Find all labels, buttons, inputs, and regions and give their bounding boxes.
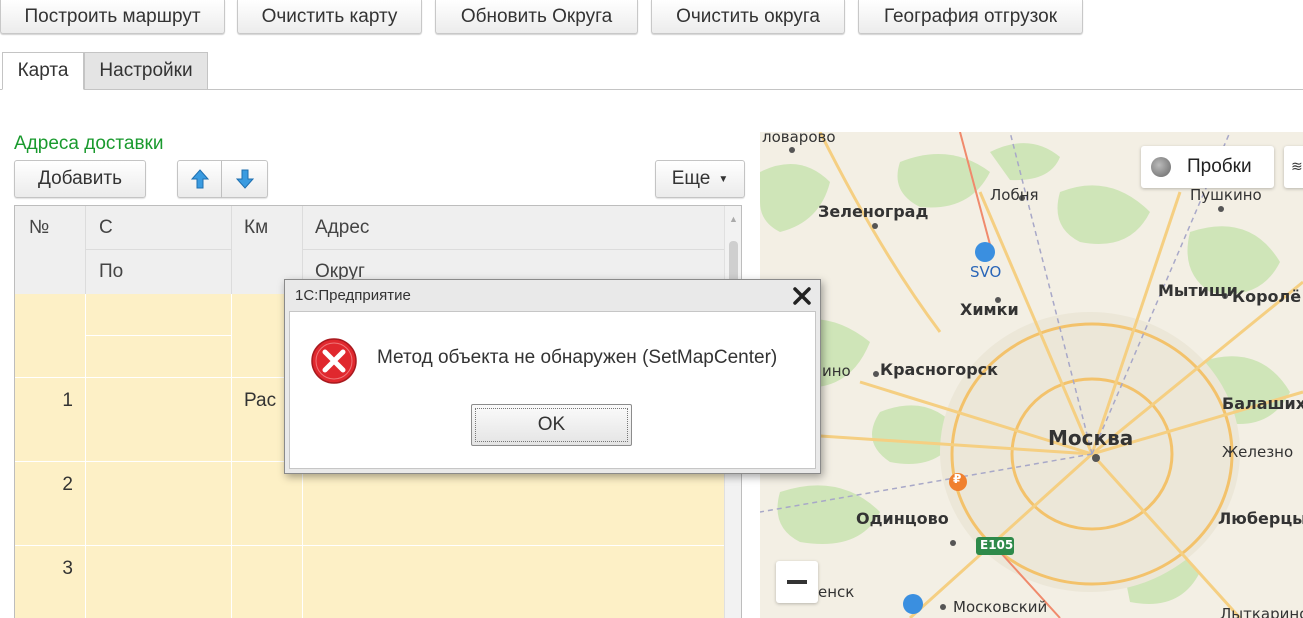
shipment-geography-button[interactable]: География отгрузок: [858, 0, 1083, 34]
scroll-up-icon[interactable]: ▲: [729, 214, 738, 224]
map-place-label: Королё: [1232, 287, 1302, 306]
tab-settings[interactable]: Настройки: [84, 52, 208, 90]
minus-icon: [787, 580, 807, 584]
section-title: Адреса доставки: [14, 133, 164, 154]
map-place-label: Балаших: [1222, 394, 1303, 413]
map-view[interactable]: ловарово Зеленоград Лобня Пушкино SVO Хи…: [760, 132, 1303, 618]
map-place-label: енск: [818, 583, 855, 601]
error-icon: [310, 337, 358, 391]
dialog-body: Метод объекта не обнаружен (SetMapCenter…: [289, 311, 816, 469]
chevron-down-icon: ▼: [718, 173, 729, 185]
traffic-label: Пробки: [1187, 156, 1252, 177]
map-place-label: SVO: [970, 263, 1002, 281]
map-place-label: Лыткарино: [1220, 605, 1303, 618]
error-dialog: 1С:Предприятие Метод объекта не обнаруже…: [284, 279, 821, 474]
layers-icon: ≋: [1291, 158, 1303, 174]
clear-map-button[interactable]: Очистить карту: [237, 0, 422, 34]
table-row[interactable]: 2: [15, 462, 724, 545]
map-place-label: Красногорск: [880, 360, 999, 379]
focus-ring: [475, 408, 628, 442]
row-km: Рас: [244, 390, 277, 411]
map-place-label: Химки: [960, 300, 1019, 319]
more-button[interactable]: Еще ▼: [655, 160, 745, 198]
add-button[interactable]: Добавить: [14, 160, 146, 198]
layers-button[interactable]: ≋: [1284, 146, 1303, 188]
map-place-label: Лобня: [990, 186, 1039, 204]
table-row[interactable]: 3: [15, 546, 724, 618]
row-num: 2: [62, 474, 73, 495]
header-from[interactable]: С: [99, 217, 113, 239]
metro-icon: ₽: [953, 472, 962, 486]
header-address[interactable]: Адрес: [315, 217, 369, 239]
close-icon[interactable]: [790, 284, 814, 308]
map-place-label: ино: [822, 362, 851, 380]
header-km[interactable]: Км: [244, 217, 268, 239]
map-place-label: Одинцово: [856, 509, 949, 528]
traffic-button[interactable]: Пробки: [1141, 146, 1274, 188]
map-place-label: Люберцы: [1218, 509, 1303, 528]
tab-map[interactable]: Карта: [2, 52, 84, 90]
move-down-button[interactable]: [222, 160, 268, 198]
map-place-label: Мытищи: [1158, 281, 1238, 300]
arrow-down-icon: [235, 169, 254, 189]
build-route-button[interactable]: Построить маршрут: [0, 0, 225, 34]
map-place-label: Пушкино: [1190, 186, 1262, 204]
clear-districts-button[interactable]: Очистить округа: [651, 0, 845, 34]
move-up-button[interactable]: [177, 160, 222, 198]
ok-button[interactable]: OK: [471, 404, 632, 446]
map-place-label: Московский: [953, 598, 1048, 616]
map-place-label: ловарово: [762, 132, 836, 146]
dialog-title: 1С:Предприятие: [295, 287, 411, 304]
traffic-icon: [1151, 157, 1171, 177]
header-num[interactable]: №: [29, 217, 49, 239]
header-to[interactable]: По: [99, 261, 123, 283]
map-place-label: Зеленоград: [818, 202, 929, 221]
dialog-message: Метод объекта не обнаружен (SetMapCenter…: [377, 347, 778, 368]
road-badge: E105: [980, 538, 1014, 552]
zoom-out-button[interactable]: [776, 561, 818, 603]
row-num: 3: [62, 558, 73, 579]
update-districts-button[interactable]: Обновить Округа: [435, 0, 638, 34]
map-place-label: Москва: [1048, 426, 1134, 450]
more-label: Еще: [671, 168, 711, 189]
row-num: 1: [62, 390, 73, 411]
arrow-up-icon: [190, 169, 209, 189]
map-place-label: Железно: [1222, 443, 1294, 461]
